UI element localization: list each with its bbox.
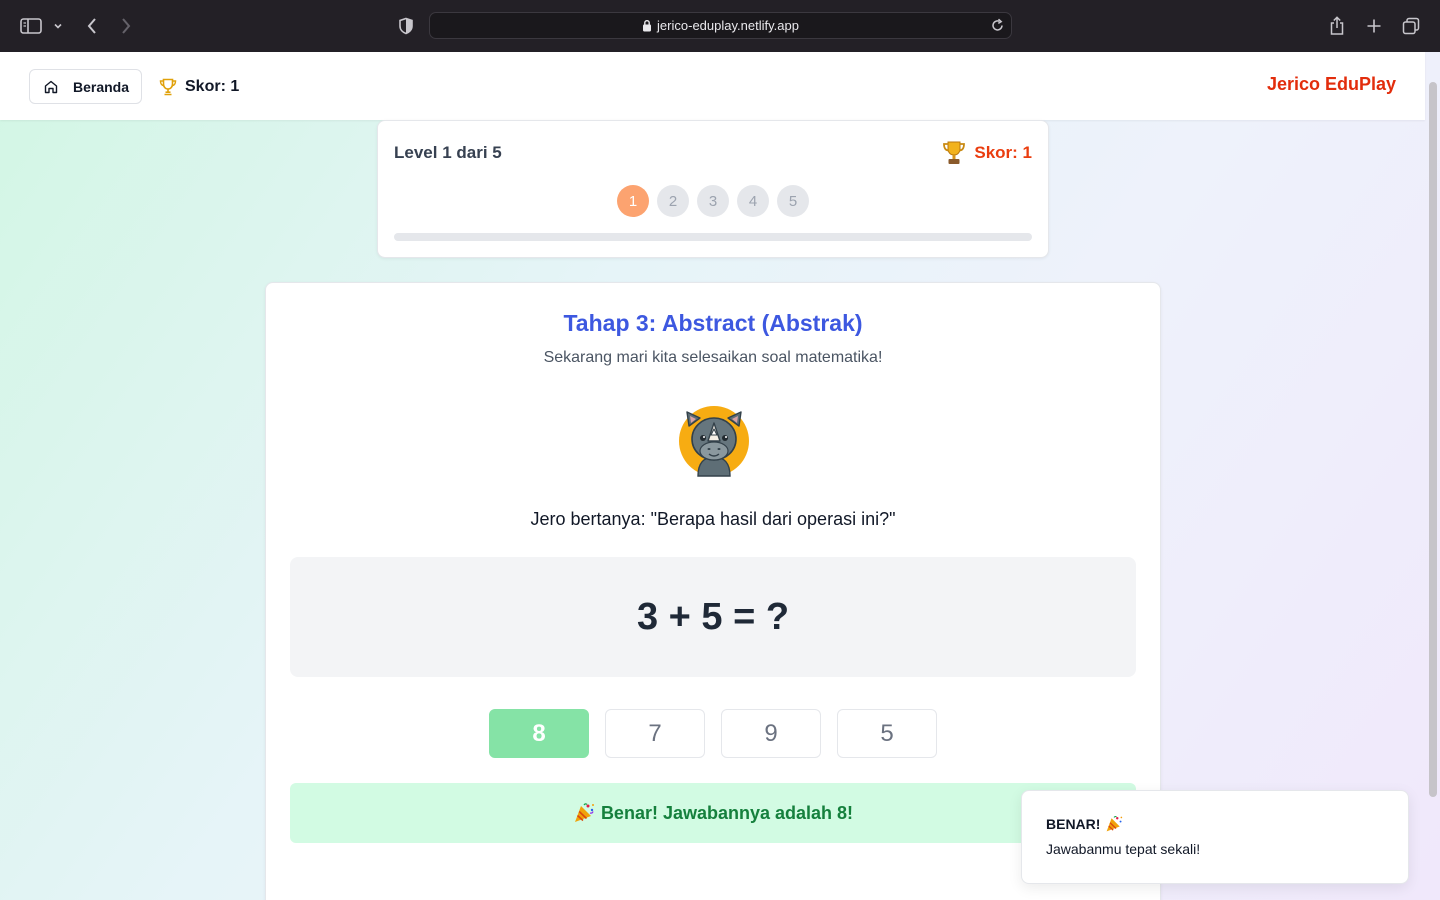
level-title: Level 1 dari 5 (394, 143, 502, 162)
answer-option-7[interactable]: 7 (605, 709, 705, 758)
level-steps: 1 2 3 4 5 (378, 185, 1048, 217)
forward-icon[interactable] (116, 12, 136, 40)
level-step-1: 1 (617, 185, 649, 217)
answer-option-8[interactable]: 8 (489, 709, 589, 758)
rhino-mascot (678, 405, 750, 477)
stage-subtitle: Sekarang mari kita selesaikan soal matem… (543, 349, 883, 366)
reload-icon[interactable] (990, 18, 1005, 33)
result-banner: Benar! Jawabannya adalah 8! (290, 783, 1136, 843)
answer-option-9[interactable]: 9 (721, 709, 821, 758)
level-score: Skor: 1 (942, 140, 1032, 166)
chevron-down-icon[interactable] (52, 12, 64, 40)
toast-title-row: BENAR! (1046, 815, 1123, 833)
tabs-icon[interactable] (1400, 12, 1422, 40)
level-step-2: 2 (657, 185, 689, 217)
answer-options: 8 7 9 5 (266, 709, 1160, 758)
equation-text: 3 + 5 = ? (636, 595, 790, 638)
stage-title: Tahap 3: Abstract (Abstrak) (563, 310, 863, 336)
plus-icon[interactable] (1363, 12, 1385, 40)
level-step-4: 4 (737, 185, 769, 217)
home-icon (43, 79, 59, 95)
party-popper-icon (1105, 815, 1123, 833)
toast-notification[interactable]: BENAR! Jawabanmu tepat sekali! (1021, 790, 1409, 884)
question-text: Jero bertanya: "Berapa hasil dari operas… (530, 509, 896, 529)
nav-score: Skor: 1 (158, 75, 239, 99)
trophy-icon (942, 140, 966, 166)
level-progress-bar (394, 233, 1032, 241)
url-text: jerico-eduplay.netlify.app (657, 18, 799, 33)
home-button-label: Beranda (73, 78, 130, 95)
address-bar[interactable]: jerico-eduplay.netlify.app (429, 12, 1012, 39)
level-progress-card: Level 1 dari 5 Skor: 1 1 2 3 4 5 (377, 120, 1049, 258)
shield-icon[interactable] (396, 12, 416, 40)
nav-score-text: Skor: 1 (185, 78, 240, 95)
trophy-icon (158, 77, 178, 97)
party-popper-icon (573, 802, 595, 824)
equation-box: 3 + 5 = ? (290, 557, 1136, 677)
toast-title: BENAR! (1046, 816, 1101, 832)
lock-icon (642, 19, 652, 32)
share-icon[interactable] (1326, 12, 1348, 40)
home-button[interactable]: Beranda (29, 69, 142, 104)
toast-message: Jawabanmu tepat sekali! (1046, 841, 1201, 857)
level-score-text: Skor: 1 (974, 143, 1032, 162)
page-scrollbar[interactable] (1429, 82, 1437, 797)
brand-logo[interactable]: Jerico EduPlay (1267, 74, 1396, 95)
level-step-5: 5 (777, 185, 809, 217)
browser-toolbar: jerico-eduplay.netlify.app (0, 0, 1440, 52)
page-content: Beranda Skor: 1 Jerico EduPlay Level 1 d… (0, 52, 1440, 900)
sidebar-icon[interactable] (18, 12, 44, 40)
top-navbar: Beranda Skor: 1 Jerico EduPlay (0, 52, 1425, 120)
back-icon[interactable] (82, 12, 102, 40)
answer-option-5[interactable]: 5 (837, 709, 937, 758)
result-text: Benar! Jawabannya adalah 8! (600, 802, 854, 823)
level-step-3: 3 (697, 185, 729, 217)
